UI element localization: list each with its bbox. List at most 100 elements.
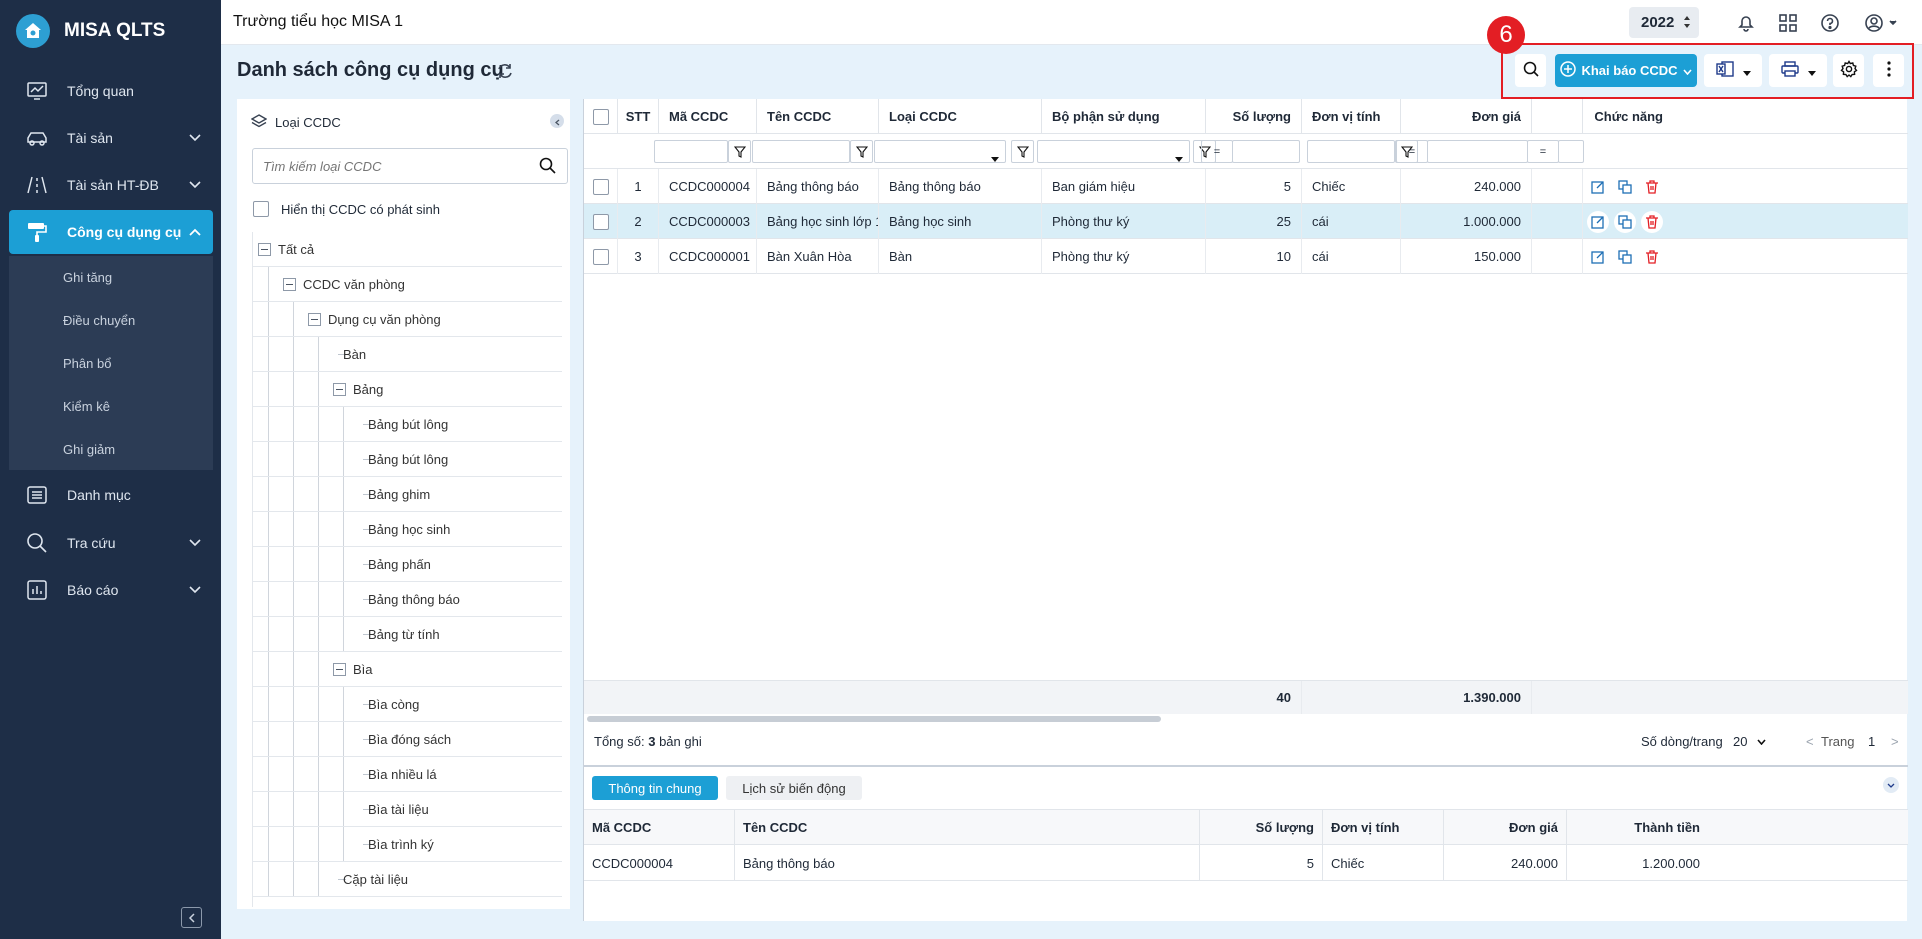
- collapse-detail-icon[interactable]: [1883, 777, 1899, 793]
- filter-price-operator[interactable]: =: [1396, 140, 1428, 163]
- nav-item-overview[interactable]: Tổng quan: [9, 69, 213, 113]
- delete-icon[interactable]: [1641, 246, 1663, 268]
- tree-node[interactable]: Bìa: [253, 652, 562, 687]
- collapse-toggle-icon[interactable]: [333, 663, 346, 676]
- nav-item-tools[interactable]: Công cụ dụng cụ: [9, 210, 213, 254]
- submenu-item-transfer[interactable]: Điều chuyển: [63, 313, 135, 328]
- table-row[interactable]: 2 CCDC000003 Bảng học sinh lớp 1 Bảng học s…: [584, 204, 1908, 239]
- tree-node[interactable]: Bảng từ tính: [253, 617, 562, 652]
- column-header-code[interactable]: Mã CCDC: [659, 99, 757, 134]
- delete-icon[interactable]: [1641, 176, 1663, 198]
- collapse-toggle-icon[interactable]: [283, 278, 296, 291]
- user-avatar-icon[interactable]: [1862, 11, 1902, 35]
- next-page-icon[interactable]: >: [1891, 734, 1899, 749]
- table-row[interactable]: 3 CCDC000001 Bàn Xuân Hòa Bàn Phòng thư ký 10…: [584, 239, 1908, 274]
- nav-item-assets[interactable]: Tài sản: [9, 116, 213, 160]
- edit-icon[interactable]: [1587, 246, 1609, 268]
- collapse-toggle-icon[interactable]: [308, 313, 321, 326]
- nav-item-infrastructure[interactable]: Tài sản HT-ĐB: [9, 163, 213, 207]
- column-header-quantity[interactable]: Số lượng: [1206, 99, 1302, 134]
- column-header-type[interactable]: Loại CCDC: [879, 99, 1042, 134]
- settings-button[interactable]: [1833, 54, 1864, 87]
- sidebar-collapse-button[interactable]: [181, 907, 202, 928]
- collapse-toggle-icon[interactable]: [258, 243, 271, 256]
- column-header-department[interactable]: Bộ phận sử dụng: [1042, 99, 1206, 134]
- tree-node[interactable]: Bảng bút lông: [253, 442, 562, 477]
- tree-node[interactable]: Tất cả: [253, 232, 562, 267]
- row-checkbox[interactable]: [592, 248, 609, 265]
- submenu-item-allocation[interactable]: Phân bổ: [63, 356, 111, 371]
- app-logo[interactable]: MISA QLTS: [16, 14, 165, 48]
- more-options-button[interactable]: [1873, 54, 1904, 87]
- column-header-extra[interactable]: [1532, 99, 1583, 134]
- category-search-input[interactable]: [252, 148, 568, 184]
- row-checkbox[interactable]: [592, 178, 609, 195]
- current-page[interactable]: 1: [1868, 734, 1875, 749]
- filter-type-select[interactable]: [874, 140, 1006, 163]
- tree-node[interactable]: Bìa trình ký: [253, 827, 562, 862]
- rows-per-page-select[interactable]: 20: [1733, 734, 1767, 749]
- tree-node[interactable]: Cặp tài liệu: [253, 862, 562, 897]
- show-active-ccdc-checkbox[interactable]: Hiển thị CCDC có phát sinh: [253, 201, 440, 217]
- print-button[interactable]: [1769, 54, 1827, 87]
- year-selector[interactable]: 2022: [1629, 7, 1699, 38]
- tree-node[interactable]: Bảng phấn: [253, 547, 562, 582]
- tree-node[interactable]: Bảng học sinh: [253, 512, 562, 547]
- column-header-price[interactable]: Đơn giá: [1401, 99, 1532, 134]
- tree-node[interactable]: Bìa nhiều lá: [253, 757, 562, 792]
- nav-item-lookup[interactable]: Tra cứu: [9, 521, 213, 565]
- submenu-item-decrease[interactable]: Ghi giảm: [63, 442, 115, 457]
- nav-item-catalog[interactable]: Danh mục: [9, 473, 213, 517]
- duplicate-icon[interactable]: [1614, 176, 1636, 198]
- filter-unit-input[interactable]: [1307, 140, 1395, 163]
- tab-history[interactable]: Lịch sử biến động: [726, 776, 862, 800]
- submenu-item-inventory[interactable]: Kiểm kê: [63, 399, 110, 414]
- search-icon[interactable]: [539, 157, 556, 177]
- table-row[interactable]: 1 CCDC000004 Bảng thông báo Bảng thông báo B…: [584, 169, 1908, 204]
- filter-department-select[interactable]: [1037, 140, 1190, 163]
- checkbox[interactable]: [253, 201, 269, 217]
- filter-extra-input[interactable]: [1558, 140, 1584, 163]
- panel-collapse-button[interactable]: [550, 114, 564, 128]
- filter-quantity-input[interactable]: [1232, 140, 1300, 163]
- column-header-stt[interactable]: STT: [618, 99, 659, 134]
- excel-export-button[interactable]: [1704, 54, 1762, 87]
- filter-icon[interactable]: [728, 140, 751, 163]
- notification-bell-icon[interactable]: [1734, 11, 1758, 35]
- tree-node[interactable]: Bìa tài liệu: [253, 792, 562, 827]
- column-header-unit[interactable]: Đơn vị tính: [1302, 99, 1401, 134]
- school-name[interactable]: Trường tiểu học MISA 1: [233, 13, 403, 31]
- submenu-item-increase[interactable]: Ghi tăng: [63, 270, 112, 285]
- nav-item-reports[interactable]: Báo cáo: [9, 568, 213, 612]
- column-header-name[interactable]: Tên CCDC: [757, 99, 879, 134]
- filter-price-input[interactable]: [1427, 140, 1528, 163]
- tree-node[interactable]: Bàn: [253, 337, 562, 372]
- tree-node[interactable]: Bảng: [253, 372, 562, 407]
- filter-icon[interactable]: [850, 140, 873, 163]
- tab-general-info[interactable]: Thông tin chung: [592, 776, 718, 800]
- collapse-toggle-icon[interactable]: [333, 383, 346, 396]
- refresh-icon[interactable]: [496, 62, 514, 83]
- search-button[interactable]: [1515, 54, 1546, 87]
- prev-page-icon[interactable]: <: [1806, 734, 1814, 749]
- tree-node[interactable]: Bảng bút lông: [253, 407, 562, 442]
- tree-node[interactable]: Bìa đóng sách: [253, 722, 562, 757]
- tree-node[interactable]: CCDC văn phòng: [253, 267, 562, 302]
- declare-ccdc-button[interactable]: Khai báo CCDC: [1555, 54, 1697, 87]
- tree-node[interactable]: Bảng ghim: [253, 477, 562, 512]
- apps-grid-icon[interactable]: [1776, 11, 1800, 35]
- filter-name-input[interactable]: [752, 140, 850, 163]
- filter-code-input[interactable]: [654, 140, 728, 163]
- tree-node[interactable]: Bảng thông báo: [253, 582, 562, 617]
- filter-extra-operator[interactable]: =: [1527, 140, 1559, 163]
- edit-icon[interactable]: [1587, 176, 1609, 198]
- row-checkbox[interactable]: [592, 213, 609, 230]
- tree-node[interactable]: Dụng cụ văn phòng: [253, 302, 562, 337]
- filter-icon[interactable]: [1011, 140, 1034, 163]
- duplicate-icon[interactable]: [1614, 246, 1636, 268]
- table-horizontal-scrollbar[interactable]: [587, 716, 1161, 722]
- delete-icon[interactable]: [1641, 211, 1663, 233]
- tree-node[interactable]: Bìa còng: [253, 687, 562, 722]
- filter-quantity-operator[interactable]: =: [1201, 140, 1233, 163]
- select-all-checkbox[interactable]: [592, 108, 609, 125]
